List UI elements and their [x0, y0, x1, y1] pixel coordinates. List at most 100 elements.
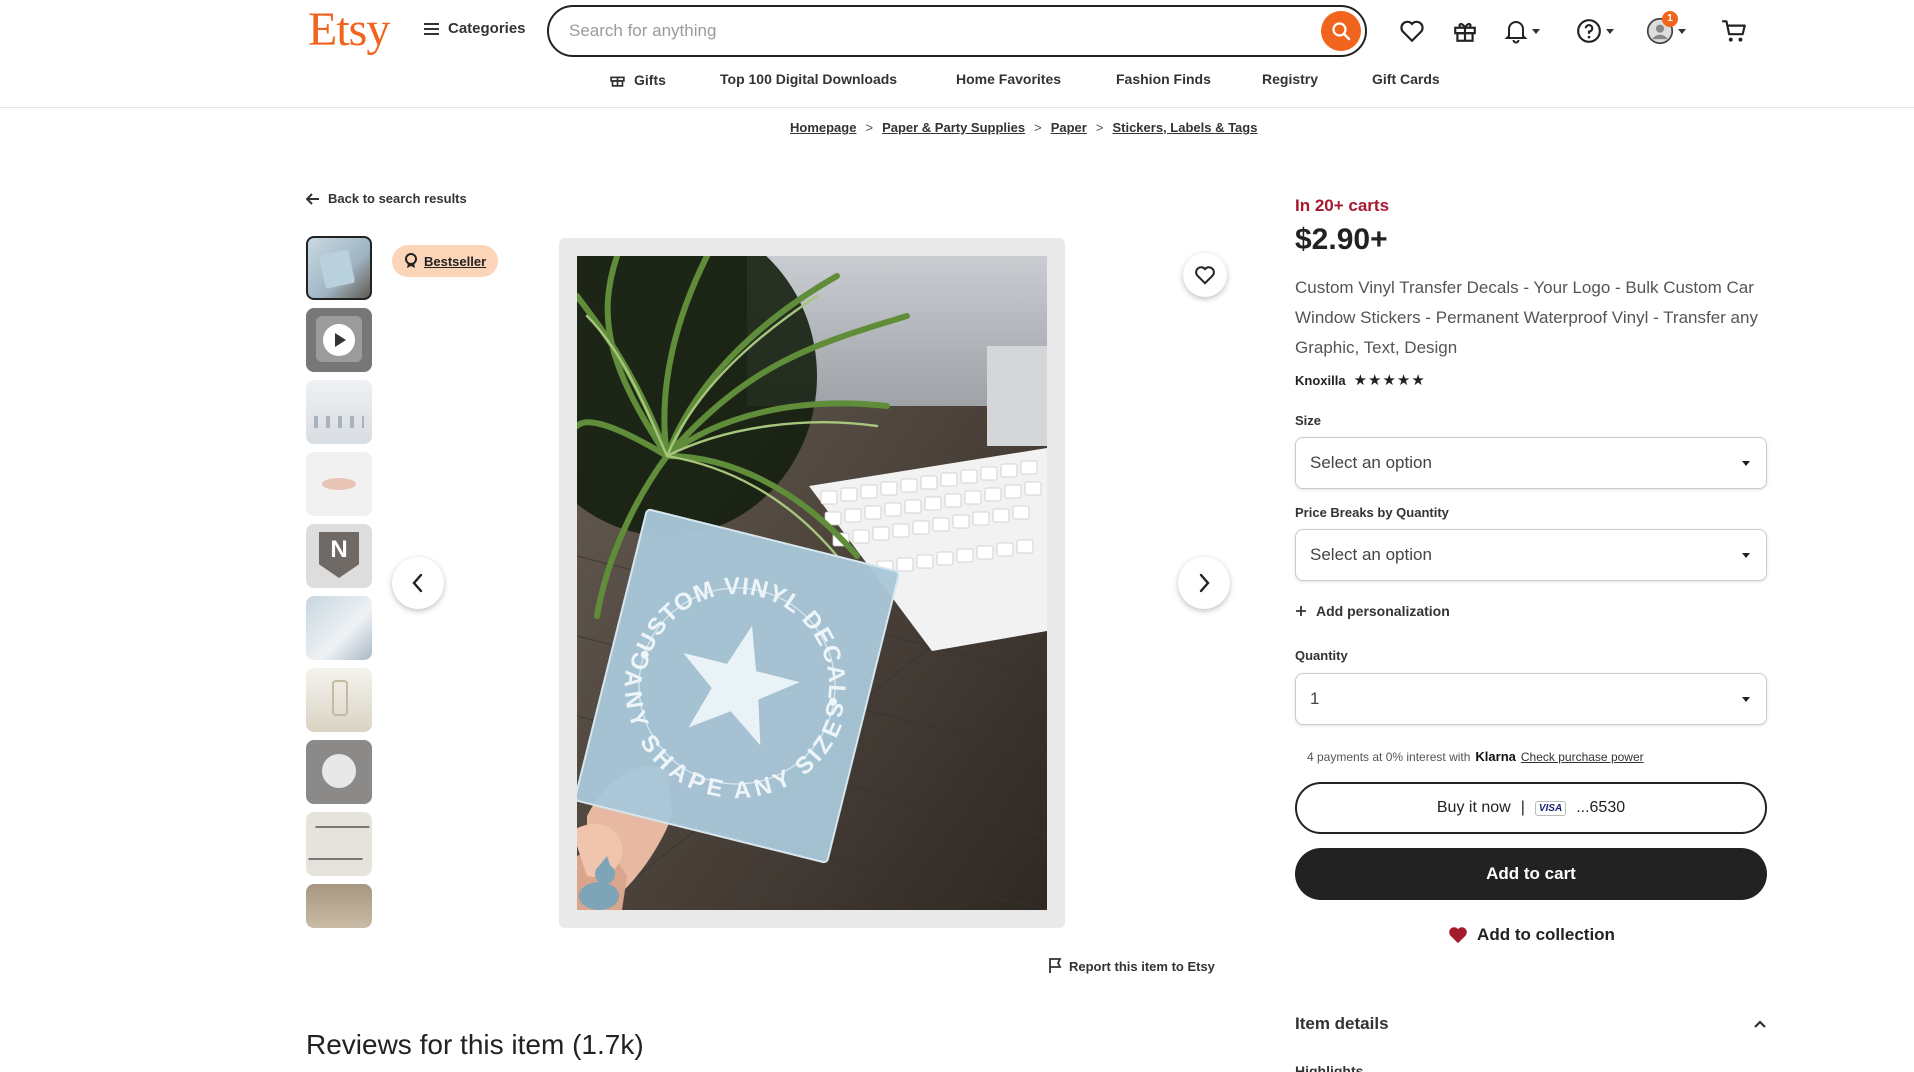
- nav-top-100[interactable]: Top 100 Digital Downloads: [720, 71, 897, 87]
- price-breaks-select-value: Select an option: [1310, 545, 1432, 564]
- gift-button[interactable]: [1452, 13, 1478, 49]
- highlights-heading: Highlights: [1295, 1063, 1364, 1072]
- card-last-digits: ...6530: [1576, 799, 1626, 816]
- account-button[interactable]: 1: [1646, 11, 1686, 49]
- nav-gifts-label: Gifts: [634, 71, 666, 88]
- play-icon: [323, 324, 355, 356]
- back-to-search-link[interactable]: Back to search results: [306, 191, 467, 206]
- size-select[interactable]: Select an option: [1295, 437, 1767, 489]
- search-icon: [1332, 22, 1351, 41]
- thumbnail[interactable]: [306, 668, 372, 732]
- arrow-left-icon: [306, 192, 319, 205]
- thumbnail[interactable]: [306, 740, 372, 804]
- thumbnail[interactable]: [306, 596, 372, 660]
- klarna-logo: Klarna: [1475, 749, 1516, 764]
- breadcrumb-link[interactable]: Paper: [1051, 120, 1087, 135]
- award-icon: [405, 253, 417, 268]
- item-details-label: Item details: [1295, 1014, 1389, 1033]
- plus-icon: [1296, 606, 1306, 616]
- main-product-image[interactable]: CUSTOM VINYL DECALS ANY SHAPE ANY SIZE: [559, 238, 1065, 928]
- hamburger-icon: [424, 22, 439, 35]
- chevron-left-icon: [412, 573, 423, 593]
- gift-icon: [610, 76, 625, 87]
- breadcrumb-link[interactable]: Paper & Party Supplies: [882, 120, 1025, 135]
- thumbnail-letter: N: [330, 536, 348, 563]
- sub-navigation: Gifts Top 100 Digital Downloads Home Fav…: [0, 71, 1914, 93]
- visa-icon: VISA: [1534, 800, 1567, 816]
- chevron-down-icon: [1606, 28, 1614, 34]
- search-input[interactable]: [569, 18, 1269, 44]
- next-image-button[interactable]: [1178, 557, 1230, 609]
- etsy-logo[interactable]: Etsy: [308, 2, 390, 57]
- breadcrumb-separator: >: [1095, 120, 1104, 135]
- categories-button[interactable]: Categories: [424, 20, 526, 37]
- thumbnail[interactable]: [306, 452, 372, 516]
- gift-icon: [1454, 22, 1476, 42]
- thumbnail[interactable]: N: [306, 524, 372, 588]
- favorite-item-button[interactable]: [1183, 253, 1227, 297]
- chevron-down-icon: [1532, 28, 1540, 34]
- cart-button[interactable]: [1720, 13, 1748, 49]
- in-carts-notice: In 20+ carts: [1295, 196, 1390, 215]
- flag-icon: [1049, 958, 1062, 973]
- thumbnail[interactable]: [306, 884, 372, 928]
- bestseller-badge[interactable]: Bestseller: [392, 245, 499, 277]
- buy-it-now-label: Buy it now: [1436, 799, 1511, 816]
- thumbnail-list: N: [306, 236, 372, 936]
- thumbnail[interactable]: [306, 812, 372, 876]
- site-header: Etsy Categories Search for anything 1 Gi…: [0, 0, 1914, 108]
- cart-icon: [1722, 20, 1746, 42]
- size-label: Size: [1295, 413, 1322, 428]
- bell-icon: [1504, 21, 1528, 44]
- product-title: Custom Vinyl Transfer Decals - Your Logo…: [1295, 278, 1758, 357]
- add-personalization-button[interactable]: Add personalization: [1295, 603, 1450, 619]
- thumbnail[interactable]: [306, 380, 372, 444]
- price: $2.90+: [1295, 223, 1388, 256]
- breadcrumb-link[interactable]: Homepage: [790, 120, 856, 135]
- add-to-cart-button[interactable]: Add to cart: [1295, 848, 1767, 900]
- nav-registry[interactable]: Registry: [1262, 71, 1318, 87]
- breadcrumb-separator: >: [865, 120, 874, 135]
- notifications-button[interactable]: [1504, 13, 1540, 49]
- klarna-notice: 4 payments at 0% interest with Klarna Ch…: [1307, 749, 1644, 764]
- report-item-label: Report this item to Etsy: [1069, 958, 1215, 974]
- seller-name[interactable]: Knoxilla: [1295, 373, 1346, 388]
- help-button[interactable]: [1576, 13, 1614, 49]
- bestseller-label: Bestseller: [424, 253, 487, 269]
- favorites-button[interactable]: [1399, 13, 1425, 49]
- nav-home-favorites[interactable]: Home Favorites: [956, 71, 1061, 87]
- search-button[interactable]: [1321, 11, 1361, 51]
- nav-gift-cards[interactable]: Gift Cards: [1372, 71, 1440, 87]
- notification-badge: 1: [1662, 11, 1678, 27]
- check-purchase-power-link[interactable]: Check purchase power: [1521, 750, 1644, 764]
- reviews-heading: Reviews for this item (1.7k): [306, 1029, 644, 1060]
- item-details-toggle[interactable]: Item details: [1295, 1014, 1767, 1034]
- breadcrumb-separator: >: [1034, 120, 1042, 135]
- chevron-right-icon: [1199, 573, 1210, 593]
- help-icon: [1577, 19, 1601, 43]
- quantity-select[interactable]: 1: [1295, 673, 1767, 725]
- video-thumbnail[interactable]: [306, 308, 372, 372]
- nav-fashion-finds[interactable]: Fashion Finds: [1116, 71, 1211, 87]
- back-to-search-label: Back to search results: [328, 191, 467, 206]
- product-photo: CUSTOM VINYL DECALS ANY SHAPE ANY SIZE: [577, 256, 1047, 910]
- search-bar: [547, 5, 1367, 57]
- quantity-label: Quantity: [1295, 648, 1348, 663]
- heart-icon: [1195, 266, 1215, 285]
- categories-label: Categories: [448, 20, 526, 37]
- star-rating: ★★★★★: [1353, 372, 1426, 389]
- buy-it-now-button[interactable]: Buy it now | VISA ...6530: [1295, 782, 1767, 834]
- quantity-select-value: 1: [1310, 689, 1320, 708]
- add-to-collection-button[interactable]: Add to collection: [1295, 925, 1767, 945]
- breadcrumb-link[interactable]: Stickers, Labels & Tags: [1112, 120, 1257, 135]
- chevron-down-icon: [1742, 552, 1750, 558]
- size-select-value: Select an option: [1310, 453, 1432, 472]
- buy-it-now-divider: |: [1520, 799, 1525, 816]
- price-breaks-select[interactable]: Select an option: [1295, 529, 1767, 581]
- chevron-down-icon: [1742, 460, 1750, 466]
- report-item-link[interactable]: Report this item to Etsy: [1048, 958, 1215, 974]
- previous-image-button[interactable]: [392, 557, 444, 609]
- thumbnail[interactable]: [306, 236, 372, 300]
- chevron-up-icon: [1754, 1020, 1766, 1028]
- nav-gifts[interactable]: Gifts: [609, 71, 666, 88]
